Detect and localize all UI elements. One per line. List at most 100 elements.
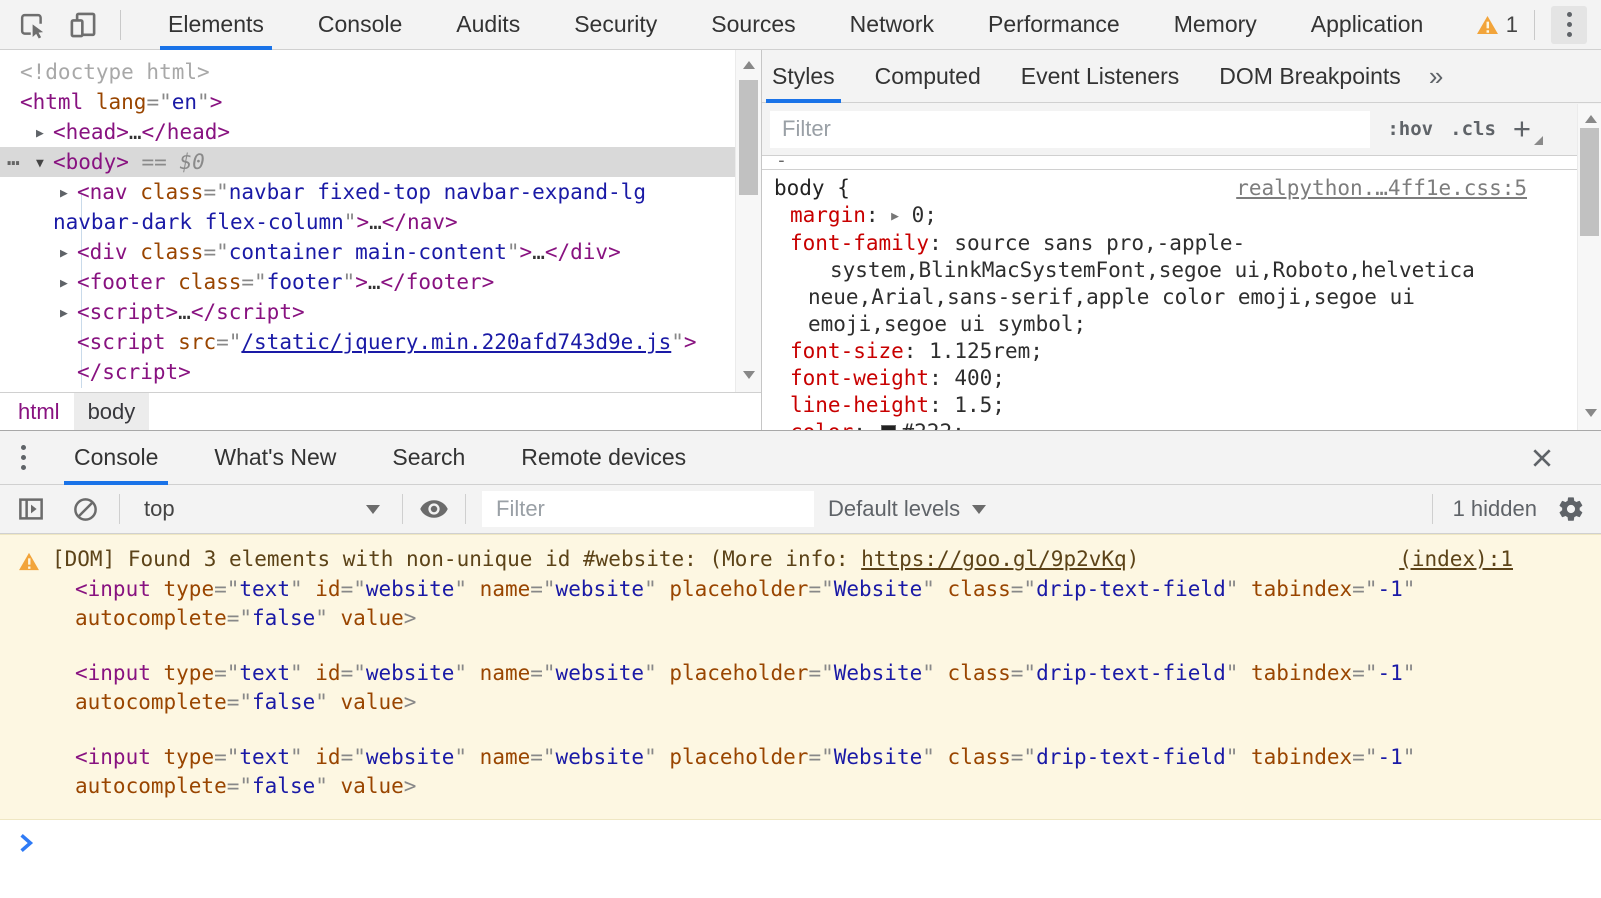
code-token: =" [808,745,833,769]
scroll-down-arrow[interactable] [743,371,755,379]
dom-tree-row[interactable]: <!doctype html> [0,57,761,87]
code-token: " [454,577,479,601]
styles-scrollbar[interactable] [1577,104,1601,430]
link[interactable]: https://goo.gl/9p2vKq [861,547,1127,571]
console-logged-element[interactable]: <input type="text" id="website" name="we… [0,743,1601,801]
message-source-link[interactable]: (index):1 [1399,545,1513,574]
tab-memory[interactable]: Memory [1166,0,1265,50]
warning-message-row[interactable]: [DOM] Found 3 elements with non-unique i… [0,543,1601,574]
tab-security[interactable]: Security [566,0,665,50]
tab-search[interactable]: Search [382,431,475,485]
expand-arrow-icon[interactable]: ▶ [36,119,53,149]
console-sidebar-toggle-icon[interactable] [16,494,46,524]
stylesheet-source-link[interactable]: realpython.…4ff1e.css:5 [1236,175,1527,202]
css-declaration[interactable]: font-family: source sans pro,-apple- [762,230,1601,257]
more-tabs-chevron[interactable]: » [1421,50,1451,102]
element-classes-button[interactable]: .cls [1450,118,1496,140]
devtools-menu-button[interactable] [1551,6,1587,44]
code-token: name [480,661,531,685]
css-declaration[interactable]: font-size: 1.125rem; [762,338,1601,365]
scrollbar-thumb[interactable] [1580,128,1599,236]
code-token: =" [227,690,252,714]
log-levels-select[interactable]: Default levels [828,496,986,522]
css-declaration[interactable]: emoji,segoe ui symbol; [762,311,1601,338]
dom-tree-row[interactable]: ▶<footer class="footer">…</footer> [0,267,761,297]
console-toolbar: top Default levels 1 hidden [0,485,1601,534]
dom-tree-row[interactable]: navbar-dark flex-column">…</nav> [0,207,761,237]
dom-tree-row[interactable]: ▶<nav class="navbar fixed-top navbar-exp… [0,177,761,207]
dom-tree-row[interactable]: <html lang="en"> [0,87,761,117]
styles-filter-input[interactable] [770,111,1370,148]
tab-sources[interactable]: Sources [703,0,803,50]
tab-network[interactable]: Network [842,0,942,50]
expand-arrow-icon[interactable]: ▶ [60,299,77,329]
elements-scrollbar[interactable] [735,50,761,392]
code-token: =" [214,577,239,601]
code-token: website [366,745,455,769]
dom-tree-row[interactable]: </script> [0,357,761,387]
tab-computed[interactable]: Computed [869,50,987,103]
css-selector[interactable]: body { [774,175,850,202]
inspect-element-icon[interactable] [16,9,48,41]
tab-console[interactable]: Console [64,431,168,485]
dom-tree-row[interactable]: ▶<div class="container main-content">…</… [0,237,761,267]
scrollbar-thumb[interactable] [739,80,758,195]
device-toolbar-icon[interactable] [66,8,100,42]
tab-console[interactable]: Console [310,0,410,50]
code-token: class [178,270,241,294]
css-declaration[interactable]: neue,Arial,sans-serif,apple color emoji,… [762,284,1601,311]
tab-performance[interactable]: Performance [980,0,1128,50]
breadcrumb-html[interactable]: html [4,393,74,430]
css-declaration[interactable]: system,BlinkMacSystemFont,segoe ui,Robot… [762,257,1601,284]
clear-console-icon[interactable] [72,496,99,523]
javascript-context-select[interactable]: top [136,496,388,522]
warning-badge[interactable]: 1 [1476,12,1518,38]
scroll-down-arrow[interactable] [1585,409,1597,417]
tab-audits[interactable]: Audits [448,0,528,50]
dom-tree-row[interactable]: ▶<script>…</script> [0,297,761,327]
css-declaration[interactable]: line-height: 1.5; [762,392,1601,419]
css-declaration[interactable]: color: #222; [762,419,1601,430]
toggle-element-state-button[interactable]: :hov [1387,118,1433,140]
dom-tree-row[interactable]: …▼<body> == $0 [0,147,761,177]
console-logged-element[interactable]: <input type="text" id="website" name="we… [0,575,1601,633]
tab-what-s-new[interactable]: What's New [204,431,346,485]
tab-dom-breakpoints[interactable]: DOM Breakpoints [1213,50,1407,103]
scroll-up-arrow[interactable] [743,61,755,69]
collapse-arrow-icon[interactable]: ▼ [36,149,53,179]
console-settings-gear-icon[interactable] [1557,495,1585,523]
tab-elements[interactable]: Elements [160,0,272,50]
link[interactable]: /static/jquery.min.220afd743d9e.js [241,330,671,354]
drawer-menu-button[interactable] [0,445,46,470]
scroll-up-arrow[interactable] [1585,115,1597,123]
expand-arrow-icon[interactable]: ▶ [60,179,77,209]
tab-application[interactable]: Application [1303,0,1432,50]
code-token: > [356,210,369,234]
dom-tree-row[interactable]: ▶<head>…</head> [0,117,761,147]
breadcrumb-body[interactable]: body [74,393,150,430]
new-style-rule-button[interactable]: + [1513,119,1539,139]
live-expression-eye-icon[interactable] [419,494,449,524]
code-token: website [366,661,455,685]
console-filter-input[interactable] [482,491,814,527]
console-logged-element[interactable]: <input type="text" id="website" name="we… [0,659,1601,717]
dom-tree-row[interactable]: <script src="/static/jquery.min.220afd74… [0,327,761,357]
tab-styles[interactable]: Styles [766,50,841,103]
console-prompt[interactable] [0,820,1601,854]
toolbar-divider [1534,10,1535,40]
css-declaration[interactable]: font-weight: 400; [762,365,1601,392]
code-token: " [922,661,947,685]
code-token: =" [341,577,366,601]
color-swatch[interactable] [881,425,896,430]
console-messages: [DOM] Found 3 elements with non-unique i… [0,534,1601,898]
css-rule[interactable]: body { realpython.…4ff1e.css:5 margin: ▶… [762,169,1601,430]
tab-remote-devices[interactable]: Remote devices [511,431,696,485]
tab-event-listeners[interactable]: Event Listeners [1015,50,1186,103]
close-drawer-button[interactable] [1531,447,1553,469]
code-token: " [671,330,684,354]
css-declaration[interactable]: margin: ▶ 0; [762,202,1601,230]
code-token: </head> [142,120,231,144]
hidden-elements-ellipsis[interactable]: … [7,143,20,173]
expand-arrow-icon[interactable]: ▶ [60,239,77,269]
expand-arrow-icon[interactable]: ▶ [60,269,77,299]
